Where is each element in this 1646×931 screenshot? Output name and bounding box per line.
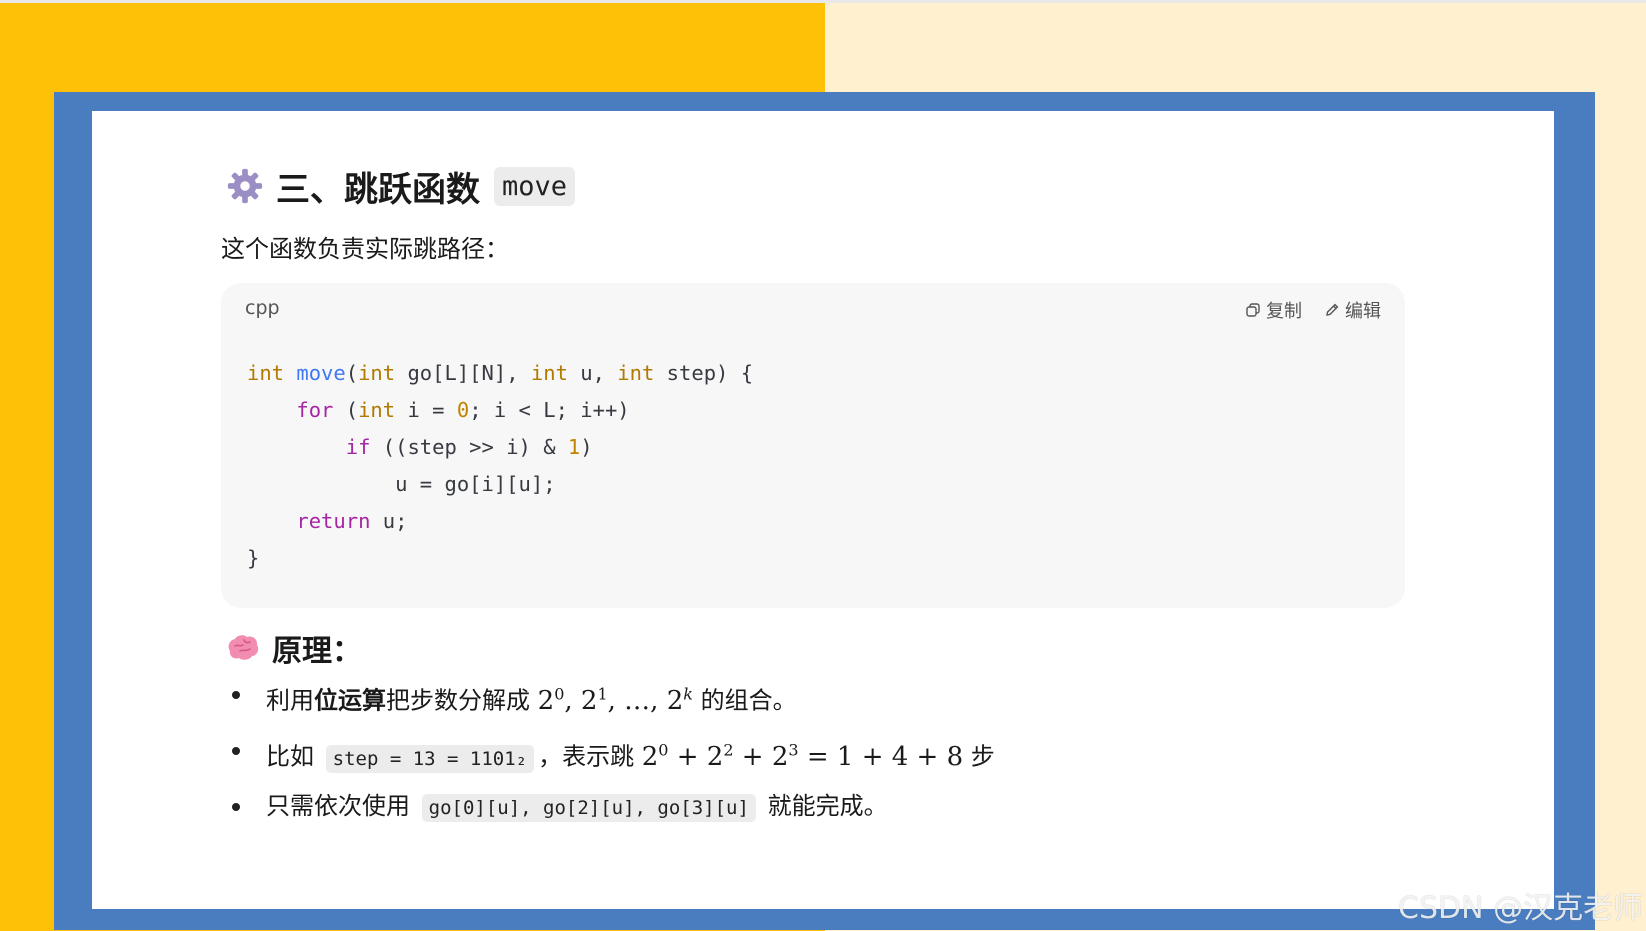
code-token: step) { — [654, 361, 754, 385]
code-token: for — [296, 398, 334, 422]
code-token: int — [247, 361, 285, 385]
code-line: int move(int go[L][N], int u, int step) … — [247, 355, 753, 392]
top-border — [0, 0, 1646, 3]
code-block: cpp 复制 编辑 int move(int go[L][N], int u, … — [221, 283, 1405, 608]
edit-button[interactable]: 编辑 — [1324, 297, 1381, 323]
bullet-1-text-mid: 把步数分解成 — [386, 686, 538, 715]
copy-button[interactable]: 复制 — [1245, 297, 1302, 323]
bullet-2-text-post: 步 — [963, 742, 995, 771]
code-token: ) — [580, 435, 593, 459]
heading-code: move — [494, 166, 576, 206]
code-token: u, — [567, 361, 618, 385]
principle-title: 原理： — [272, 634, 362, 669]
code-token: int — [358, 398, 396, 422]
code-token: int — [617, 361, 655, 385]
bullet-3-text-post: 就能完成。 — [759, 792, 888, 820]
bullet-1-text-post: 的组合。 — [692, 686, 797, 715]
section-heading: 三、跳跃函数 move — [226, 163, 576, 210]
code-line: u = go[i][u]; — [247, 466, 753, 503]
code-token: go[L][N], — [395, 361, 531, 385]
list-item: 比如 step = 13 = 1101₂ ，表示跳 20 + 22 + 23 = … — [232, 722, 995, 778]
code-token: if — [345, 435, 371, 459]
bullet-2-text-pre: 比如 — [266, 742, 322, 771]
code-token: u = go[i][u]; — [247, 472, 556, 496]
edit-icon — [1326, 303, 1339, 316]
watermark: CSDN @汉克老师 — [1398, 891, 1644, 926]
code-content: int move(int go[L][N], int u, int step) … — [247, 355, 753, 577]
bullet-2-text-mid: ，表示跳 — [538, 742, 642, 771]
content-panel: 三、跳跃函数 move 这个函数负责实际跳路径： cpp 复制 编辑 int m… — [92, 111, 1554, 909]
edit-label: 编辑 — [1345, 301, 1381, 322]
code-token: 0 — [456, 398, 470, 422]
copy-label: 复制 — [1266, 301, 1302, 322]
code-token: 1 — [567, 435, 581, 459]
code-token: ( — [345, 361, 359, 385]
list-item: 只需依次使用 go[0][u], go[2][u], go[3][u] 就能完成… — [232, 778, 995, 834]
code-token: return — [296, 509, 371, 533]
math-sum-expression: 20 + 22 + 23 = 1 + 4 + 8 — [641, 740, 964, 772]
code-token: ( — [333, 398, 359, 422]
code-token: } — [247, 546, 260, 570]
code-line: if ((step >> i) & 1) — [247, 429, 753, 466]
code-token: ; i < L; i++) — [469, 398, 630, 422]
bullet-1-text-pre: 利用 — [266, 686, 314, 715]
bullet-2-inline-code: step = 13 = 1101₂ — [325, 744, 535, 773]
code-token: ((step >> i) & — [370, 435, 568, 459]
principle-list: 利用位运算把步数分解成 20, 21, …, 2k 的组合。 比如 step =… — [232, 666, 995, 834]
intro-text: 这个函数负责实际跳路径： — [221, 235, 509, 263]
heading-text: 三、跳跃函数 — [276, 169, 480, 210]
math-powers-expression: 20, 21, …, 2k — [537, 684, 693, 716]
bullet-1-bold: 位运算 — [314, 686, 386, 715]
bullet-3-text-pre: 只需依次使用 — [266, 792, 418, 820]
list-item: 利用位运算把步数分解成 20, 21, …, 2k 的组合。 — [232, 666, 995, 722]
principle-heading: 原理： — [226, 626, 362, 670]
copy-icon — [1246, 303, 1260, 317]
code-token: move — [296, 361, 346, 385]
code-line: for (int i = 0; i < L; i++) — [247, 392, 753, 429]
code-token: i = — [395, 398, 457, 422]
code-token: int — [530, 361, 568, 385]
code-language-label: cpp — [245, 297, 280, 319]
bullet-3-inline-code: go[0][u], go[2][u], go[3][u] — [421, 794, 756, 822]
code-token: u; — [370, 509, 408, 533]
code-line: return u; — [247, 503, 753, 540]
brain-icon — [228, 635, 259, 660]
gear-icon — [227, 168, 263, 204]
code-actions: 复制 编辑 — [1245, 297, 1381, 323]
code-line: } — [247, 540, 753, 577]
code-token: int — [358, 361, 396, 385]
